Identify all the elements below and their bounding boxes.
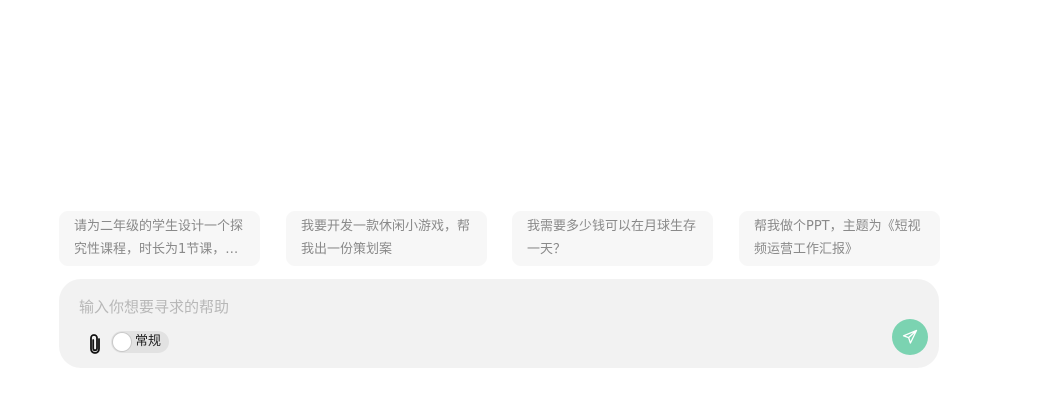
suggestion-text: 我要开发一款休闲小游戏，帮我出一份策划案 <box>301 219 471 257</box>
suggestion-card[interactable]: 帮我做个PPT，主题为《短视频运营工作汇报》 <box>739 211 940 266</box>
suggestion-card[interactable]: 请为二年级的学生设计一个探究性课程，时长为1节课，主题为《认识四季》 <box>59 211 260 266</box>
attach-button[interactable] <box>86 332 106 356</box>
mode-toggle[interactable]: 常规 <box>111 331 169 353</box>
chat-input-box: 常规 <box>59 279 939 368</box>
suggestion-list: 请为二年级的学生设计一个探究性课程，时长为1节课，主题为《认识四季》 我要开发一… <box>59 211 940 266</box>
chat-input[interactable] <box>79 295 859 319</box>
suggestion-text: 我需要多少钱可以在月球生存一天？ <box>527 219 697 257</box>
suggestion-card[interactable]: 我要开发一款休闲小游戏，帮我出一份策划案 <box>286 211 487 266</box>
suggestion-card[interactable]: 我需要多少钱可以在月球生存一天？ <box>512 211 713 266</box>
chat-home: 请为二年级的学生设计一个探究性课程，时长为1节课，主题为《认识四季》 我要开发一… <box>0 0 1053 397</box>
toggle-knob <box>113 333 131 351</box>
suggestion-text: 请为二年级的学生设计一个探究性课程，时长为1节课，主题为《认识四季》 <box>74 219 244 257</box>
paperclip-icon <box>86 334 106 360</box>
suggestion-text: 帮我做个PPT，主题为《短视频运营工作汇报》 <box>754 219 921 257</box>
send-button[interactable] <box>892 319 928 355</box>
mode-toggle-label: 常规 <box>135 334 162 349</box>
